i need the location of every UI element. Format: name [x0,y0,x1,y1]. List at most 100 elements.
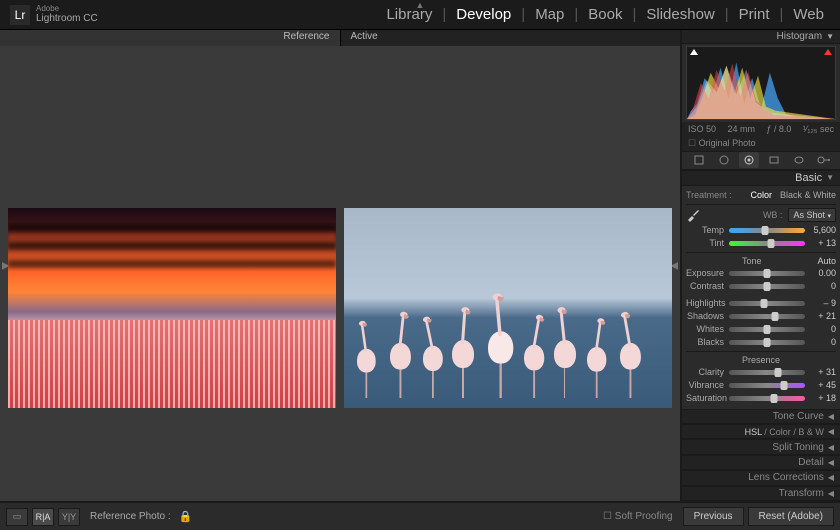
exposure-label: Exposure [686,268,724,278]
reset-button[interactable]: Reset (Adobe) [748,507,834,526]
lens-corrections-panel-header[interactable]: Lens Corrections◀ [682,470,840,485]
hsl-panel-header[interactable]: HSL / Color / B & W◀ [682,424,840,439]
histogram-panel-header[interactable]: Histogram▼ [682,30,840,44]
saturation-value[interactable]: + 18 [810,393,836,403]
temp-value[interactable]: 5,600 [810,225,836,235]
tint-label: Tint [686,238,724,248]
gradient-tool-icon[interactable] [764,152,784,168]
tone-curve-panel-header[interactable]: Tone Curve◀ [682,409,840,424]
develop-right-panel: Histogram▼ ISO 50 24 mm ƒ / 8.0 ¹⁄₁₂₅ se… [680,30,840,501]
highlights-slider[interactable] [729,301,805,306]
product-label: Lightroom CC [36,13,98,24]
reference-tab[interactable]: Reference [0,30,340,46]
active-photo-panel[interactable] [344,174,672,441]
aperture-value: ƒ / 8.0 [766,124,791,134]
wb-dropdown[interactable]: As Shot ▾ [788,208,836,222]
basic-panel-body: Treatment : Color Black & White WB : As … [682,186,840,409]
wb-eyedropper-icon[interactable] [686,208,700,222]
brush-tool-icon[interactable] [814,152,834,168]
contrast-slider[interactable] [729,284,805,289]
crop-tool-icon[interactable] [689,152,709,168]
highlight-clipping-icon[interactable] [824,49,832,55]
iso-value: ISO 50 [688,124,716,134]
module-print[interactable]: Print [733,6,776,23]
soft-proofing-checkbox[interactable]: ☐ Soft Proofing [603,511,673,522]
vibrance-value[interactable]: + 45 [810,380,836,390]
treatment-color[interactable]: Color [750,190,772,200]
whites-slider[interactable] [729,327,805,332]
contrast-label: Contrast [686,281,724,291]
basic-title: Basic [795,172,822,184]
previous-button[interactable]: Previous [683,507,744,526]
shadows-value[interactable]: + 21 [810,311,836,321]
module-develop[interactable]: Develop [450,6,517,23]
tint-slider[interactable] [729,241,805,246]
temp-label: Temp [686,225,724,235]
vibrance-slider[interactable] [729,383,805,388]
vibrance-label: Vibrance [686,380,724,390]
bottom-toolbar: ▭ R|A Y|Y Reference Photo : 🔒 ☐ Soft Pro… [0,501,840,530]
tool-strip [682,152,840,171]
panel-chevron-icon[interactable]: ▲ [416,0,425,10]
exposure-slider[interactable] [729,271,805,276]
shadows-slider[interactable] [729,314,805,319]
wb-label: WB : [763,210,783,220]
spot-tool-icon[interactable] [714,152,734,168]
loupe-view-button[interactable]: ▭ [6,508,28,526]
module-book[interactable]: Book [582,6,628,23]
module-slideshow[interactable]: Slideshow [640,6,720,23]
shadows-label: Shadows [686,311,724,321]
shutter-value: ¹⁄₁₂₅ sec [803,124,834,134]
histogram-metadata: ISO 50 24 mm ƒ / 8.0 ¹⁄₁₂₅ sec [682,122,840,136]
highlights-value[interactable]: – 9 [810,298,836,308]
editor-area: Reference Active ▶ ◀ [0,30,680,501]
whites-value[interactable]: 0 [810,324,836,334]
active-photo [344,208,672,408]
temp-slider[interactable] [729,228,805,233]
treatment-row: Treatment : Color Black & White [686,188,836,205]
shadow-clipping-icon[interactable] [690,49,698,55]
presence-header: Presence [686,355,836,365]
module-map[interactable]: Map [529,6,570,23]
module-picker: Library| Develop| Map| Book| Slideshow| … [380,6,830,23]
before-after-button[interactable]: Y|Y [58,508,80,526]
module-web[interactable]: Web [787,6,830,23]
split-toning-panel-header[interactable]: Split Toning◀ [682,439,840,454]
clarity-label: Clarity [686,367,724,377]
blacks-label: Blacks [686,337,724,347]
tint-value[interactable]: + 13 [810,238,836,248]
app-logo: Lr [10,5,30,25]
vendor-label: Adobe [36,5,98,14]
contrast-value[interactable]: 0 [810,281,836,291]
histogram-display[interactable] [686,46,836,120]
clarity-value[interactable]: + 31 [810,367,836,377]
redeye-tool-icon[interactable] [739,152,759,168]
histogram-title: Histogram [777,31,823,42]
focal-value: 24 mm [727,124,755,134]
reference-photo-label: Reference Photo : [90,511,171,522]
lock-icon[interactable]: 🔒 [179,510,193,523]
tone-header: Tone [686,256,817,266]
saturation-label: Saturation [686,393,724,403]
app-title: Adobe Lightroom CC [36,5,98,25]
clarity-slider[interactable] [729,370,805,375]
highlights-label: Highlights [686,298,724,308]
treatment-bw[interactable]: Black & White [780,190,836,200]
detail-panel-header[interactable]: Detail◀ [682,455,840,470]
exposure-value[interactable]: 0.00 [810,268,836,278]
reference-view-button[interactable]: R|A [32,508,54,526]
treatment-label: Treatment : [686,190,732,200]
reference-photo-panel[interactable] [8,174,336,441]
saturation-slider[interactable] [729,396,805,401]
app-header: ▲ Lr Adobe Lightroom CC Library| Develop… [0,0,840,30]
auto-tone-button[interactable]: Auto [817,256,836,266]
module-library[interactable]: Library [380,6,438,23]
blacks-slider[interactable] [729,340,805,345]
active-tab[interactable]: Active [340,30,681,46]
basic-panel-header[interactable]: Basic▼ [682,170,840,185]
original-photo-checkbox[interactable]: Original Photo [682,136,840,152]
transform-panel-header[interactable]: Transform◀ [682,486,840,501]
radial-tool-icon[interactable] [789,152,809,168]
blacks-value[interactable]: 0 [810,337,836,347]
whites-label: Whites [686,324,724,334]
